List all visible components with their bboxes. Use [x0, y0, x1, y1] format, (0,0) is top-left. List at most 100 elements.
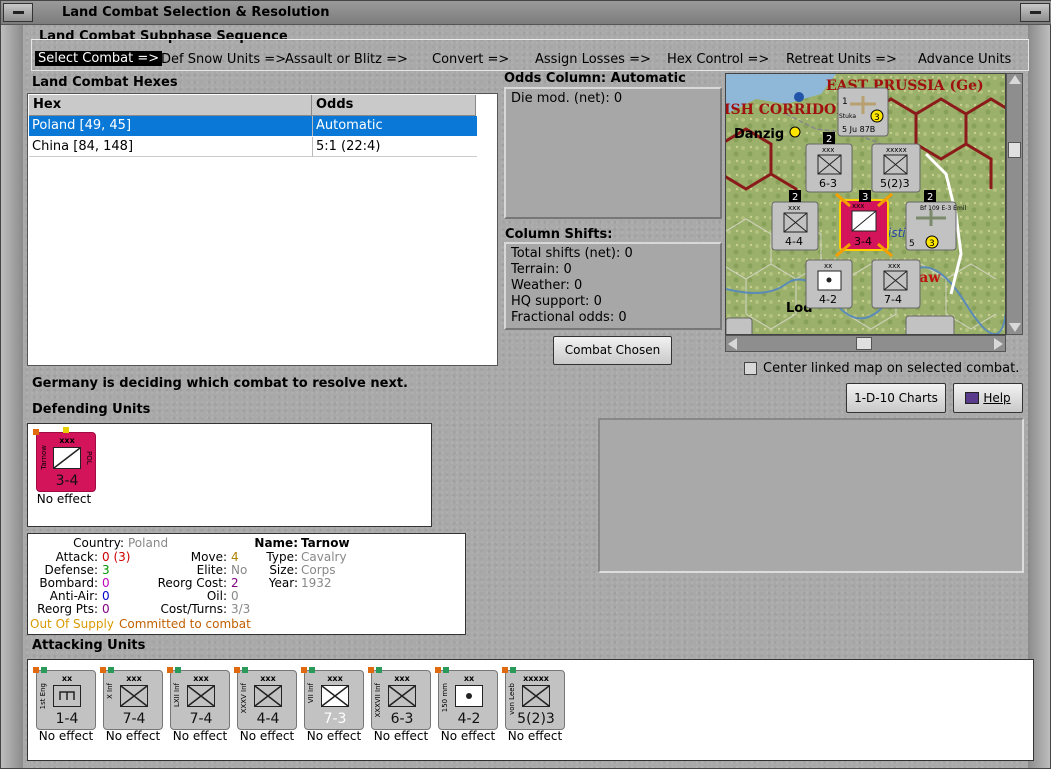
system-menu-button[interactable] — [3, 3, 33, 22]
cost-turns-label: Cost/Turns: — [160, 602, 227, 616]
scroll-left-icon[interactable] — [728, 338, 737, 350]
scroll-up-icon[interactable] — [1009, 75, 1021, 84]
svg-text:3: 3 — [929, 239, 935, 249]
svg-text:2: 2 — [927, 192, 933, 203]
attacking-effect: No effect — [507, 729, 563, 743]
table-row[interactable]: Poland [49, 45] Automatic — [29, 116, 477, 136]
odds-label: Odds Column: Automatic — [504, 71, 686, 86]
defending-unit-tarnow[interactable]: xxx Tarnow POL 3-4 — [33, 427, 96, 492]
hexes-label: Land Combat Hexes — [32, 75, 178, 90]
unit-strength: 1-4 — [55, 711, 79, 727]
size-label: Size: — [269, 563, 298, 577]
type-value: Cavalry — [301, 550, 347, 564]
center-map-checkbox[interactable] — [744, 362, 757, 375]
attacking-unit[interactable]: xxx XXXVII Inf 6-3 — [368, 667, 431, 730]
linked-map[interactable]: EAST PRUSSIA (Ge) ISH CORRIDOR Danzig rs… — [725, 73, 1006, 335]
hex-cell: Poland [49, 45] — [32, 118, 132, 133]
attacking-effect: No effect — [38, 729, 94, 743]
svg-text:3-4: 3-4 — [854, 235, 872, 248]
move-label: Move: — [190, 550, 227, 564]
cost-turns-value: 3/3 — [231, 602, 251, 616]
die-mod-text: Die mod. (net): 0 — [511, 91, 623, 106]
map-horizontal-scrollbar[interactable] — [725, 335, 1006, 352]
year-value: 1932 — [301, 576, 332, 590]
horizontal-scroll-thumb[interactable] — [856, 337, 872, 350]
attacking-unit[interactable]: xx 150 mm 4-2 — [435, 667, 498, 730]
minimize-button[interactable] — [1020, 3, 1050, 22]
subphase-sequence: Select Combat => Def Snow Units => Assau… — [31, 39, 1029, 71]
unit-symbol-icon — [120, 685, 148, 707]
svg-text:6-3: 6-3 — [819, 177, 837, 190]
attacking-unit[interactable]: xxxxx von Leeb 5(2)3 — [502, 667, 565, 730]
unit-size: xx — [463, 674, 475, 683]
window-title: Land Combat Selection & Resolution — [62, 5, 330, 20]
attacking-effect: No effect — [172, 729, 228, 743]
anchor-icon — [794, 92, 804, 102]
map-counter-von-leeb[interactable]: xxxxx 5(2)3 — [871, 143, 921, 193]
step-def-snow: Def Snow Units => — [161, 52, 287, 67]
help-button[interactable]: Help — [953, 383, 1023, 413]
svg-text:Stuka: Stuka — [839, 113, 856, 120]
column-header-odds[interactable]: Odds — [312, 95, 476, 116]
attacking-unit[interactable]: xxx X Inf 7-4 — [100, 667, 163, 730]
scroll-right-icon[interactable] — [994, 338, 1003, 350]
svg-text:5(2)3: 5(2)3 — [880, 177, 910, 190]
unit-strength: 5(2)3 — [517, 711, 555, 727]
column-header-hex[interactable]: Hex — [29, 95, 312, 116]
frame-left — [1, 25, 23, 768]
attacking-unit[interactable]: xxx LXII Inf 7-4 — [167, 667, 230, 730]
unit-details: Country: Poland Attack: 0 (3) Defense: 3… — [27, 533, 466, 635]
country-label: Country: — [73, 536, 124, 550]
table-row[interactable]: China [84, 148] 5:1 (22:4) — [29, 137, 477, 157]
svg-text:5: 5 — [909, 239, 915, 249]
reorg-cost-label: Reorg Cost: — [157, 576, 227, 590]
unit-side-label: 150 mm — [441, 683, 449, 713]
map-counter-tarnow[interactable]: xxx 3-4 3 — [835, 190, 893, 258]
frame-right — [1028, 25, 1050, 768]
svg-text:2: 2 — [792, 192, 798, 203]
map-label-corridor: ISH CORRIDOR — [726, 102, 848, 118]
map-counter-x-inf[interactable]: xxx 7-4 — [871, 259, 921, 309]
shifts-label: Column Shifts: — [505, 227, 613, 242]
center-map-label: Center linked map on selected combat. — [763, 361, 1020, 376]
attacking-unit[interactable]: xx 1st Eng 1-4 — [33, 667, 96, 730]
unit-strength: 4-2 — [457, 711, 481, 727]
oil-value: 0 — [231, 589, 239, 603]
map-vertical-scrollbar[interactable] — [1006, 73, 1023, 335]
odds-cell: Automatic — [316, 118, 383, 133]
attacking-effect: No effect — [306, 729, 362, 743]
shifts-panel: Total shifts (net): 0 Terrain: 0 Weather… — [504, 242, 722, 330]
svg-text:xxx: xxx — [822, 146, 834, 154]
result-panel — [598, 418, 1024, 573]
svg-text:4-4: 4-4 — [785, 235, 803, 248]
scroll-down-icon[interactable] — [1009, 323, 1021, 332]
charts-button[interactable]: 1-D-10 Charts — [846, 383, 946, 413]
svg-text:3: 3 — [874, 113, 880, 123]
defending-effect: No effect — [36, 492, 92, 506]
defense-value: 3 — [102, 563, 110, 577]
bombard-value: 0 — [102, 576, 110, 590]
type-label: Type: — [266, 550, 298, 564]
reorg-pts-label: Reorg Pts: — [37, 602, 98, 616]
step-advance: Advance Units — [918, 52, 1012, 67]
unit-side-label: VII Inf — [307, 683, 315, 704]
hq-support-shift: HQ support: 0 — [511, 294, 602, 309]
help-book-icon — [965, 392, 980, 404]
attacking-effect: No effect — [239, 729, 295, 743]
map-counter-150mm[interactable]: xx 4-2 — [805, 259, 853, 309]
attack-label: Attack: — [55, 550, 98, 564]
combat-chosen-button[interactable]: Combat Chosen — [553, 336, 672, 365]
hexes-table: Hex Odds Poland [49, 45] Automatic China… — [27, 93, 498, 366]
unit-symbol-icon — [522, 685, 550, 707]
bombard-label: Bombard: — [39, 576, 98, 590]
step-assign-losses: Assign Losses => — [535, 52, 651, 67]
svg-text:xxx: xxx — [788, 204, 800, 212]
svg-text:4-2: 4-2 — [819, 293, 837, 306]
unit-symbol-icon — [254, 685, 282, 707]
map-counter-stuka[interactable]: 1 5 Ju 87B 3 Stuka — [837, 87, 889, 137]
attacking-unit[interactable]: xxx VII Inf 7-3 — [301, 667, 364, 730]
attacking-units-box: xx 1st Eng 1-4 No effect xxx X Inf 7-4 No effec… — [27, 659, 1034, 761]
attacking-unit[interactable]: xxx XXXV Inf 4-4 — [234, 667, 297, 730]
vertical-scroll-thumb[interactable] — [1008, 142, 1021, 158]
step-assault-blitz: Assault or Blitz => — [285, 52, 408, 67]
